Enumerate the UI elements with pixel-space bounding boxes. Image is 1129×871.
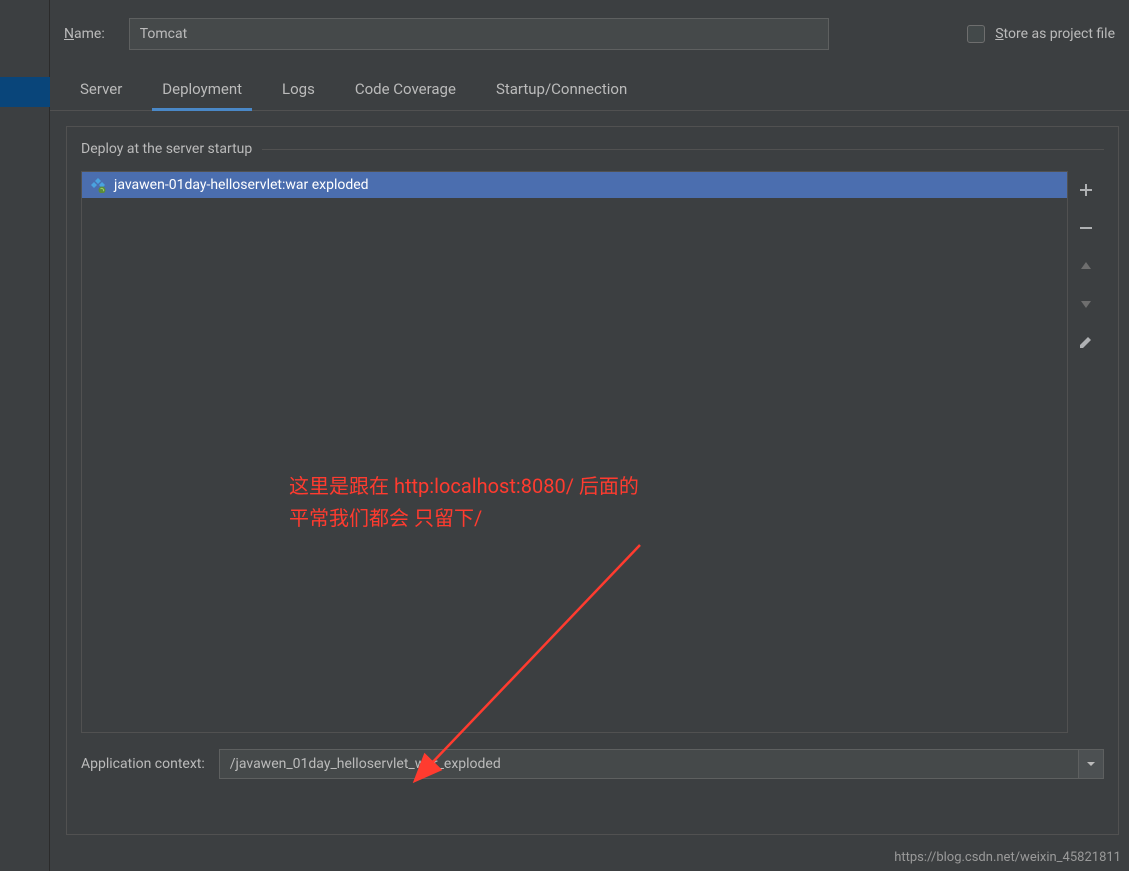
edit-button[interactable] xyxy=(1075,331,1097,353)
header-row: Name: Store as project file xyxy=(50,0,1129,64)
application-context-row: Application context: xyxy=(81,749,1104,779)
tab-code-coverage[interactable]: Code Coverage xyxy=(355,74,456,110)
application-context-label: Application context: xyxy=(81,756,205,772)
application-context-dropdown-button[interactable] xyxy=(1078,749,1104,779)
left-sidebar-selected-item[interactable] xyxy=(0,77,50,107)
tabs-row: Server Deployment Logs Code Coverage Sta… xyxy=(50,64,1129,111)
left-sidebar-strip xyxy=(0,0,50,871)
deploy-side-toolbar xyxy=(1068,171,1104,733)
move-down-button[interactable] xyxy=(1075,293,1097,315)
tab-deployment[interactable]: Deployment xyxy=(162,74,242,110)
deployment-panel: Deploy at the server startup java xyxy=(66,126,1119,835)
artifact-icon xyxy=(90,177,106,193)
watermark: https://blog.csdn.net/weixin_45821811 xyxy=(894,850,1121,865)
store-as-project-file-option[interactable]: Store as project file xyxy=(967,25,1115,43)
name-label: Name: xyxy=(64,26,105,42)
tab-logs[interactable]: Logs xyxy=(282,74,315,110)
tab-startup-connection[interactable]: Startup/Connection xyxy=(496,74,627,110)
chevron-down-icon xyxy=(1086,759,1096,769)
remove-button[interactable] xyxy=(1075,217,1097,239)
tab-server[interactable]: Server xyxy=(80,74,122,110)
store-checkbox[interactable] xyxy=(967,25,985,43)
name-input[interactable] xyxy=(129,18,829,50)
divider xyxy=(262,149,1104,150)
deploy-item-label: javawen-01day-helloservlet:war exploded xyxy=(114,177,369,193)
application-context-input[interactable] xyxy=(219,749,1078,779)
deploy-artifact-list[interactable]: javawen-01day-helloservlet:war exploded xyxy=(81,171,1068,733)
add-button[interactable] xyxy=(1075,179,1097,201)
deploy-section-label: Deploy at the server startup xyxy=(81,141,262,157)
move-up-button[interactable] xyxy=(1075,255,1097,277)
deploy-item[interactable]: javawen-01day-helloservlet:war exploded xyxy=(82,172,1067,198)
